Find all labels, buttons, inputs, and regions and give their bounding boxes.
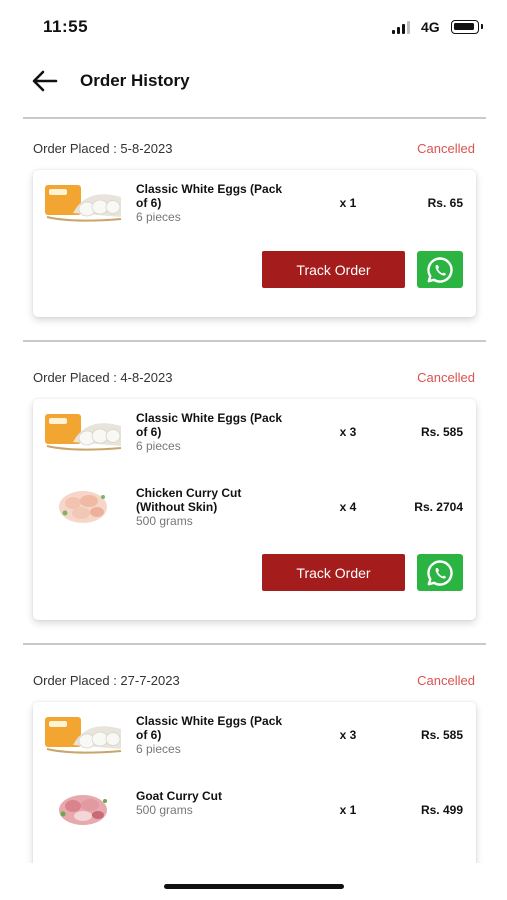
- header: Order History: [0, 60, 507, 104]
- whatsapp-icon: [427, 256, 453, 283]
- order-date: Order Placed : 5-8-2023: [33, 141, 173, 156]
- order-card: Classic White Eggs (Pack of 6) 6 pieces …: [33, 399, 476, 620]
- item-count: x 3: [339, 425, 357, 439]
- item-name: Goat Curry Cut: [136, 789, 223, 803]
- item-count: x 3: [339, 728, 357, 742]
- item-quantity-label: 500 grams: [136, 514, 193, 528]
- battery-icon: [451, 20, 483, 34]
- eggs-product-image: [45, 185, 122, 222]
- arrow-left-icon: [32, 70, 58, 92]
- order-date: Order Placed : 27-7-2023: [33, 673, 180, 688]
- list-item: Goat Curry Cut 500 grams x 1 Rs. 499: [33, 782, 476, 834]
- item-count: x 4: [339, 500, 357, 514]
- item-count: x 1: [339, 803, 357, 817]
- status-badge: Cancelled: [417, 370, 475, 385]
- item-name: Classic White Eggs (Pack of 6): [136, 714, 283, 742]
- status-badge: Cancelled: [417, 141, 475, 156]
- order-card: Classic White Eggs (Pack of 6) 6 pieces …: [33, 170, 476, 317]
- item-quantity-label: 500 grams: [136, 803, 193, 817]
- status-badge: Cancelled: [417, 673, 475, 688]
- order-meta: Order Placed : 4-8-2023 Cancelled: [33, 370, 475, 388]
- item-price: Rs. 65: [427, 196, 463, 210]
- home-indicator[interactable]: [164, 884, 344, 889]
- divider: [23, 643, 486, 645]
- list-item: Classic White Eggs (Pack of 6) 6 pieces …: [33, 404, 476, 456]
- whatsapp-button[interactable]: [417, 554, 463, 591]
- signal-icon: [392, 21, 412, 34]
- eggs-product-image: [45, 717, 122, 754]
- item-price: Rs. 499: [420, 803, 463, 817]
- item-name: Classic White Eggs (Pack of 6): [136, 182, 283, 210]
- back-button[interactable]: [30, 68, 60, 94]
- item-quantity-label: 6 pieces: [136, 210, 181, 224]
- whatsapp-button[interactable]: [417, 251, 463, 288]
- order-meta: Order Placed : 27-7-2023 Cancelled: [33, 673, 475, 691]
- status-bar: 11:55 4G: [0, 0, 507, 52]
- order-meta: Order Placed : 5-8-2023 Cancelled: [33, 141, 475, 159]
- page-title: Order History: [80, 71, 190, 90]
- track-order-button[interactable]: Track Order: [262, 554, 405, 591]
- chicken-product-image: [59, 491, 107, 523]
- item-price: Rs. 585: [420, 425, 463, 439]
- list-item: Chicken Curry Cut (Without Skin) 500 gra…: [33, 479, 476, 531]
- list-item: Classic White Eggs (Pack of 6) 6 pieces …: [33, 175, 476, 227]
- order-date: Order Placed : 4-8-2023: [33, 370, 173, 385]
- order-card: Classic White Eggs (Pack of 6) 6 pieces …: [33, 702, 476, 872]
- whatsapp-icon: [427, 559, 453, 586]
- item-quantity-label: 6 pieces: [136, 742, 181, 756]
- item-count: x 1: [339, 196, 357, 210]
- item-quantity-label: 6 pieces: [136, 439, 181, 453]
- divider: [23, 340, 486, 342]
- network-type: 4G: [421, 19, 440, 35]
- item-price: Rs. 2704: [414, 500, 463, 514]
- item-name: Classic White Eggs (Pack of 6): [136, 411, 283, 439]
- goat-product-image: [59, 795, 107, 825]
- track-order-button[interactable]: Track Order: [262, 251, 405, 288]
- eggs-product-image: [45, 414, 122, 451]
- item-price: Rs. 585: [420, 728, 463, 742]
- status-time: 11:55: [43, 17, 89, 36]
- divider: [23, 117, 486, 119]
- list-item: Classic White Eggs (Pack of 6) 6 pieces …: [33, 707, 476, 759]
- item-name: Chicken Curry Cut (Without Skin): [136, 486, 242, 514]
- bottom-safe-area: [0, 863, 507, 900]
